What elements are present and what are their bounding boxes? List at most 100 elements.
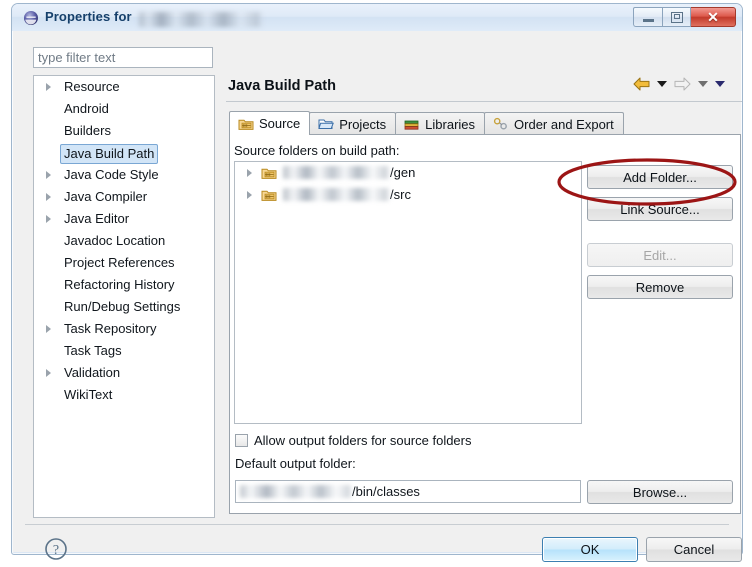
sidebar-item-task-tags[interactable]: Task Tags xyxy=(34,340,214,362)
tree-item-label: Task Tags xyxy=(64,343,122,358)
tab-libraries[interactable]: Libraries xyxy=(395,112,486,135)
tree-item-label: Java Code Style xyxy=(64,167,159,182)
books-icon xyxy=(404,120,419,130)
svg-text:?: ? xyxy=(53,543,59,558)
source-folders-label: Source folders on build path: xyxy=(234,143,400,158)
tab-label: Order and Export xyxy=(514,116,614,132)
minimize-button[interactable] xyxy=(633,7,662,27)
sidebar-item-run-debug-settings[interactable]: Run/Debug Settings xyxy=(34,296,214,318)
restore-button[interactable] xyxy=(662,7,691,27)
sidebar-item-java-code-style[interactable]: Java Code Style xyxy=(34,164,214,186)
tree-item-label: Refactoring History xyxy=(64,277,175,292)
forward-arrow-icon xyxy=(674,77,691,91)
page-navigation xyxy=(633,77,725,91)
dialog-client-area: Resource Android Builders Java Build Pat… xyxy=(13,31,742,562)
tree-item-label: Validation xyxy=(64,365,121,380)
tab-label: Source xyxy=(259,116,301,131)
source-actions: Add Folder... Link Source... Edit... Rem… xyxy=(587,165,733,299)
forward-dropdown-chevron-down-icon xyxy=(698,81,708,87)
remove-button[interactable]: Remove xyxy=(587,275,733,299)
default-output-folder-input[interactable]: /bin/classes xyxy=(235,480,581,503)
sidebar-item-java-build-path[interactable]: Java Build Path xyxy=(34,142,214,165)
source-folder-icon xyxy=(261,190,277,201)
chevron-right-icon xyxy=(46,171,51,179)
edit-button: Edit... xyxy=(587,243,733,267)
sidebar-item-builders[interactable]: Builders xyxy=(34,120,214,142)
close-button[interactable]: ✕ xyxy=(691,7,736,27)
source-folder-icon xyxy=(238,119,254,130)
default-output-folder-value: /bin/classes xyxy=(352,484,420,499)
tab-order-and-export[interactable]: Order and Export xyxy=(484,112,624,135)
footer-divider xyxy=(25,524,729,525)
order-export-icon xyxy=(493,117,507,130)
list-item-suffix: /src xyxy=(390,187,411,202)
cancel-button[interactable]: Cancel xyxy=(646,537,742,562)
sidebar-item-resource[interactable]: Resource xyxy=(34,76,214,98)
tab-source[interactable]: Source xyxy=(229,111,311,135)
chevron-right-icon xyxy=(46,193,51,201)
page-title: Java Build Path xyxy=(228,78,336,94)
menu-chevron-down-icon[interactable] xyxy=(715,81,725,87)
list-item-suffix: /gen xyxy=(390,165,416,180)
chevron-right-icon xyxy=(46,215,51,223)
filter-input[interactable] xyxy=(33,47,213,68)
chevron-right-icon xyxy=(46,83,51,91)
chevron-right-icon[interactable] xyxy=(247,191,252,199)
tree-item-label: Task Repository xyxy=(64,321,157,336)
close-icon: ✕ xyxy=(707,9,719,25)
default-output-folder-label: Default output folder: xyxy=(235,456,356,471)
tree-item-label: Javadoc Location xyxy=(64,233,166,248)
redacted-project-path xyxy=(283,166,390,179)
sidebar-item-task-repository[interactable]: Task Repository xyxy=(34,318,214,340)
settings-tree[interactable]: Resource Android Builders Java Build Pat… xyxy=(33,75,215,518)
sidebar-item-java-editor[interactable]: Java Editor xyxy=(34,208,214,230)
open-folder-icon xyxy=(318,119,335,129)
tree-item-label: Run/Debug Settings xyxy=(64,299,181,314)
allow-output-folders-checkbox[interactable] xyxy=(235,434,248,447)
source-folder-icon xyxy=(261,168,277,179)
browse-button[interactable]: Browse... xyxy=(587,480,733,504)
header-divider xyxy=(226,101,742,102)
tree-item-label: Builders xyxy=(64,123,111,138)
chevron-right-icon[interactable] xyxy=(247,169,252,177)
sidebar-item-validation[interactable]: Validation xyxy=(34,362,214,384)
sidebar-item-android[interactable]: Android xyxy=(34,98,214,120)
source-folders-list[interactable]: /gen /src xyxy=(234,161,582,424)
tab-label: Projects xyxy=(339,116,387,132)
allow-output-folders-row[interactable]: Allow output folders for source folders xyxy=(235,433,472,448)
help-question-icon[interactable]: ? xyxy=(44,537,68,561)
screenshot-root: Properties for ✕ type filter text Resour… xyxy=(0,0,752,567)
sidebar-item-java-compiler[interactable]: Java Compiler xyxy=(34,186,214,208)
title-bar: Properties for ✕ xyxy=(12,4,742,31)
restore-icon xyxy=(670,11,683,23)
tab-bar: Source Projects Libraries Order and Expo… xyxy=(229,111,624,135)
tree-item-label: Java Compiler xyxy=(64,189,148,204)
chevron-right-icon xyxy=(46,325,51,333)
sidebar-item-project-references[interactable]: Project References xyxy=(34,252,214,274)
tree-item-label: Resource xyxy=(64,79,120,94)
sidebar-item-refactoring-history[interactable]: Refactoring History xyxy=(34,274,214,296)
redacted-project-path xyxy=(283,188,390,201)
tree-item-label: Project References xyxy=(64,255,175,270)
tree-item-label: WikiText xyxy=(64,387,113,402)
allow-output-folders-label: Allow output folders for source folders xyxy=(254,433,472,448)
eclipse-icon xyxy=(24,11,38,25)
tab-label: Libraries xyxy=(425,116,476,132)
minimize-icon xyxy=(642,19,654,22)
ok-button[interactable]: OK xyxy=(542,537,638,562)
tree-item-label: Java Build Path xyxy=(60,144,159,165)
tree-item-label: Android xyxy=(64,101,109,116)
tree-item-label: Java Editor xyxy=(64,211,130,226)
window-title: Properties for xyxy=(45,9,132,24)
back-arrow-icon[interactable] xyxy=(633,77,650,91)
link-source-button[interactable]: Link Source... xyxy=(587,197,733,221)
sidebar-item-wikitext[interactable]: WikiText xyxy=(34,384,214,406)
window-controls: ✕ xyxy=(633,7,736,28)
sidebar-item-javadoc-location[interactable]: Javadoc Location xyxy=(34,230,214,252)
back-dropdown-chevron-down-icon[interactable] xyxy=(657,81,667,87)
add-folder-button[interactable]: Add Folder... xyxy=(587,165,733,189)
tab-projects[interactable]: Projects xyxy=(309,112,397,135)
list-item[interactable]: /gen xyxy=(235,162,581,184)
list-item[interactable]: /src xyxy=(235,184,581,206)
properties-dialog-window: Properties for ✕ type filter text Resour… xyxy=(11,3,743,562)
